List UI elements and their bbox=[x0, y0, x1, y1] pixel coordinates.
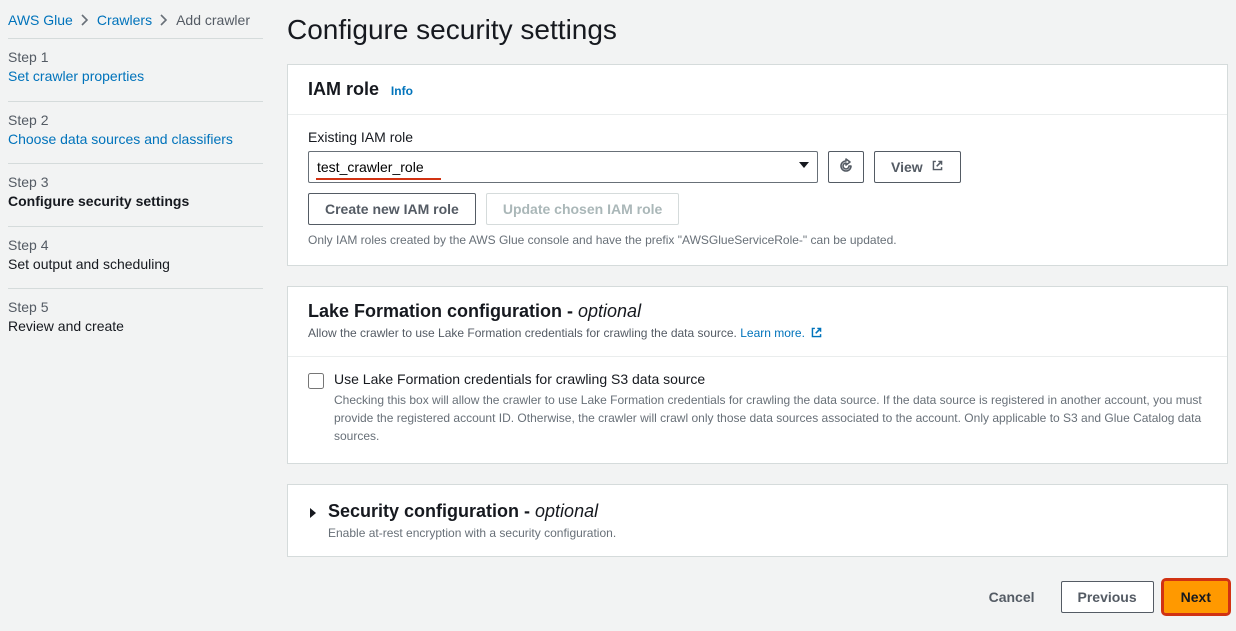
security-config-toggle[interactable]: Security configuration - optional Enable… bbox=[288, 485, 1227, 556]
lake-checkbox-label: Use Lake Formation credentials for crawl… bbox=[334, 371, 1207, 387]
iam-helper-text: Only IAM roles created by the AWS Glue c… bbox=[308, 233, 1207, 247]
annotation-underline bbox=[316, 178, 441, 180]
lake-panel-title: Lake Formation configuration - optional bbox=[308, 301, 641, 321]
cancel-button[interactable]: Cancel bbox=[973, 581, 1051, 613]
step-disabled-review: Review and create bbox=[8, 317, 124, 337]
security-panel-title: Security configuration - optional bbox=[328, 501, 616, 522]
chevron-right-icon bbox=[160, 14, 168, 26]
step-link-properties[interactable]: Set crawler properties bbox=[8, 67, 144, 87]
step-current-security: Configure security settings bbox=[8, 192, 189, 212]
refresh-icon bbox=[838, 158, 854, 177]
breadcrumb-current: Add crawler bbox=[176, 12, 250, 28]
existing-role-label: Existing IAM role bbox=[308, 129, 1207, 145]
learn-more-link[interactable]: Learn more. bbox=[740, 326, 823, 340]
wizard-footer: Cancel Previous Next bbox=[287, 577, 1228, 621]
update-iam-role-button: Update chosen IAM role bbox=[486, 193, 679, 225]
step-label: Step 2 bbox=[8, 112, 263, 128]
security-panel-desc: Enable at-rest encryption with a securit… bbox=[328, 526, 616, 540]
iam-role-panel: IAM role Info Existing IAM role test_cra… bbox=[287, 64, 1228, 266]
step-label: Step 1 bbox=[8, 49, 263, 65]
external-link-icon bbox=[931, 159, 944, 175]
step-label: Step 4 bbox=[8, 237, 263, 253]
caret-right-icon bbox=[308, 506, 318, 522]
info-link[interactable]: Info bbox=[391, 84, 413, 98]
view-button-label: View bbox=[891, 159, 923, 175]
step-label: Step 5 bbox=[8, 299, 263, 315]
security-config-panel: Security configuration - optional Enable… bbox=[287, 484, 1228, 557]
page-title: Configure security settings bbox=[287, 14, 1228, 46]
next-button[interactable]: Next bbox=[1164, 581, 1228, 613]
step-label: Step 3 bbox=[8, 174, 263, 190]
refresh-button[interactable] bbox=[828, 151, 864, 183]
previous-button[interactable]: Previous bbox=[1061, 581, 1154, 613]
create-iam-role-button[interactable]: Create new IAM role bbox=[308, 193, 476, 225]
lake-panel-desc: Allow the crawler to use Lake Formation … bbox=[308, 326, 1207, 342]
lake-checkbox-desc: Checking this box will allow the crawler… bbox=[334, 391, 1207, 445]
iam-panel-title: IAM role bbox=[308, 79, 379, 99]
step-disabled-output: Set output and scheduling bbox=[8, 255, 170, 275]
lake-formation-panel: Lake Formation configuration - optional … bbox=[287, 286, 1228, 464]
external-link-icon bbox=[810, 326, 823, 342]
lake-formation-checkbox[interactable] bbox=[308, 373, 324, 389]
breadcrumb-link-crawlers[interactable]: Crawlers bbox=[97, 12, 152, 28]
view-button[interactable]: View bbox=[874, 151, 961, 183]
breadcrumb: AWS Glue Crawlers Add crawler bbox=[8, 10, 263, 38]
breadcrumb-link-glue[interactable]: AWS Glue bbox=[8, 12, 73, 28]
step-link-data-sources[interactable]: Choose data sources and classifiers bbox=[8, 130, 233, 150]
chevron-right-icon bbox=[81, 14, 89, 26]
